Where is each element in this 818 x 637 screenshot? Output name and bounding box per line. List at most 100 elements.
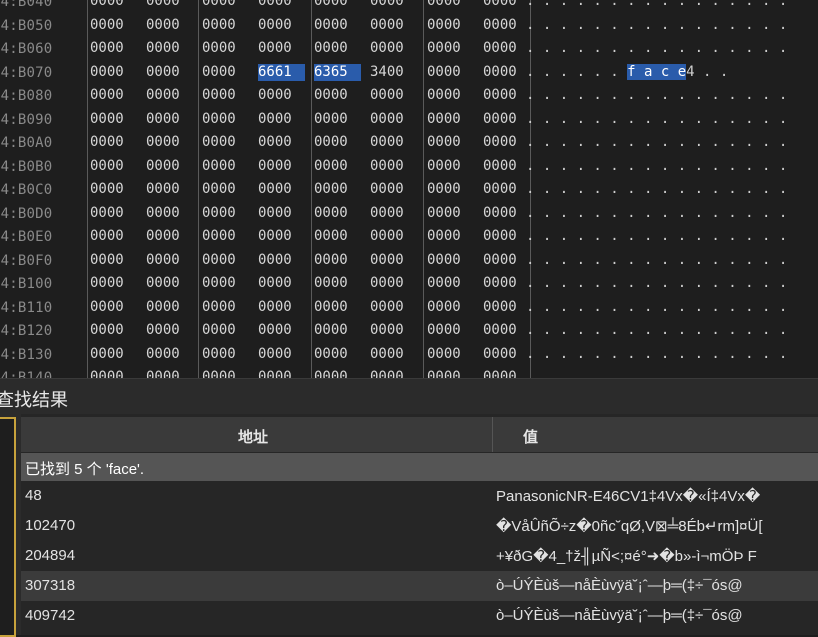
hex-row-ascii[interactable]: . . . . . . . . . . . . . . . . (526, 17, 787, 34)
hex-word[interactable]: 0000 (146, 205, 193, 222)
hex-word[interactable]: 0000 (370, 299, 417, 316)
hex-word[interactable]: 0000 (258, 322, 305, 339)
hex-word[interactable]: 0000 (370, 158, 417, 175)
hex-word[interactable]: 0000 (314, 252, 361, 269)
hex-word[interactable]: 0000 (427, 322, 474, 339)
hex-row[interactable]: 04:B0B0 0000 0000 0000 0000 0000 0000 0000 0000.… (0, 154, 818, 177)
hex-word[interactable]: 0000 (483, 346, 530, 363)
hex-word[interactable]: 0000 (90, 228, 137, 245)
hex-word[interactable]: 0000 (427, 369, 474, 378)
hex-word[interactable]: 0000 (90, 346, 137, 363)
hex-word[interactable]: 0000 (146, 158, 193, 175)
hex-word[interactable]: 0000 (370, 252, 417, 269)
hex-row-ascii[interactable]: . . . . . . . . . . . . . . . . (526, 134, 787, 151)
hex-word[interactable]: 0000 (90, 111, 137, 128)
hex-word[interactable]: 0000 (427, 205, 474, 222)
hex-word[interactable]: 0000 (314, 181, 361, 198)
hex-word[interactable]: 0000 (146, 181, 193, 198)
hex-row[interactable]: 04:B050 0000 0000 0000 0000 0000 0000 0000 0000.… (0, 13, 818, 36)
hex-word[interactable]: 0000 (314, 158, 361, 175)
hex-word[interactable]: 0000 (202, 181, 249, 198)
hex-word[interactable]: 0000 (258, 346, 305, 363)
hex-row[interactable]: 04:B140 0000 0000 0000 0000 0000 0000 0000 0000.… (0, 365, 818, 378)
hex-word[interactable]: 0000 (90, 275, 137, 292)
hex-word[interactable]: 0000 (146, 346, 193, 363)
hex-word[interactable]: 0000 (427, 0, 474, 10)
hex-word[interactable]: 0000 (314, 322, 361, 339)
hex-row[interactable]: 04:B090 0000 0000 0000 0000 0000 0000 0000 0000.… (0, 107, 818, 130)
hex-word[interactable]: 0000 (258, 299, 305, 316)
hex-word[interactable]: 0000 (483, 111, 530, 128)
hex-word[interactable]: 0000 (370, 322, 417, 339)
hex-word[interactable]: 0000 (146, 228, 193, 245)
hex-word[interactable]: 0000 (146, 111, 193, 128)
hex-row[interactable]: 04:B120 0000 0000 0000 0000 0000 0000 0000 0000.… (0, 318, 818, 341)
search-results-table[interactable]: 地址 值 已找到 5 个 'face'. 48 PanasonicNR-E46C… (21, 414, 818, 635)
hex-row[interactable]: 04:B100 0000 0000 0000 0000 0000 0000 0000 0000.… (0, 271, 818, 294)
hex-row[interactable]: 04:B080 0000 0000 0000 0000 0000 0000 0000 0000.… (0, 83, 818, 106)
hex-word[interactable]: 0000 (258, 205, 305, 222)
hex-row[interactable]: 04:B0F0 0000 0000 0000 0000 0000 0000 0000 0000.… (0, 248, 818, 271)
hex-word[interactable]: 0000 (314, 111, 361, 128)
hex-word[interactable]: 0000 (146, 40, 193, 57)
hex-row-ascii[interactable]: . . . . . . . . . . . . . . . . (526, 0, 787, 10)
hex-word[interactable]: 3400 (370, 64, 417, 81)
hex-word[interactable]: 0000 (483, 134, 530, 151)
hex-word[interactable]: 0000 (146, 64, 193, 81)
hex-word[interactable]: 0000 (202, 17, 249, 34)
hex-word[interactable]: 0000 (258, 111, 305, 128)
hex-word[interactable]: 0000 (314, 40, 361, 57)
hex-row[interactable]: 04:B060 0000 0000 0000 0000 0000 0000 0000 0000.… (0, 36, 818, 59)
results-summary-row[interactable]: 已找到 5 个 'face'. (21, 453, 818, 481)
table-row[interactable]: 307318 ò–ÚÝÈùš—nåÈùvÿä˘¡ˆ—þ═(‡÷¯ós@ (21, 571, 818, 601)
hex-word[interactable]: 0000 (370, 40, 417, 57)
table-row[interactable]: 102470 �VåÛñÕ÷z�0ñc˘qØ,V⊠╧8Éb↵rm]¤Ü[ (21, 511, 818, 541)
hex-word[interactable]: 0000 (483, 228, 530, 245)
hex-word[interactable]: 0000 (314, 205, 361, 222)
hex-word[interactable]: 0000 (370, 346, 417, 363)
hex-word[interactable]: 0000 (258, 252, 305, 269)
hex-word[interactable]: 0000 (427, 228, 474, 245)
hex-word[interactable]: 0000 (483, 0, 530, 10)
hex-word[interactable]: 0000 (90, 0, 137, 10)
hex-word[interactable]: 0000 (314, 299, 361, 316)
hex-word[interactable]: 0000 (202, 64, 249, 81)
hex-word[interactable]: 0000 (427, 181, 474, 198)
hex-word[interactable]: 0000 (427, 275, 474, 292)
hex-word[interactable]: 6365 (314, 63, 361, 81)
hex-row-ascii[interactable]: . . . . . . . . . . . . . . . . (526, 299, 787, 316)
hex-word[interactable]: 0000 (483, 64, 530, 81)
hex-word[interactable]: 0000 (90, 64, 137, 81)
hex-word[interactable]: 0000 (314, 134, 361, 151)
hex-word[interactable]: 0000 (146, 87, 193, 104)
hex-word[interactable]: 0000 (483, 17, 530, 34)
table-row[interactable]: 204894 +¥ðG�4_†ž╢µÑ<;¤é°➜�b»-ì¬mÖÞ F (21, 541, 818, 571)
hex-word[interactable]: 0000 (202, 346, 249, 363)
hex-word[interactable]: 0000 (427, 64, 474, 81)
hex-word[interactable]: 6661 (258, 63, 305, 81)
hex-word[interactable]: 0000 (258, 17, 305, 34)
hex-word[interactable]: 0000 (202, 322, 249, 339)
hex-row-ascii[interactable]: . . . . . . . . . . . . . . . . (526, 275, 787, 292)
hex-word[interactable]: 0000 (258, 275, 305, 292)
hex-word[interactable]: 0000 (258, 181, 305, 198)
hex-word[interactable]: 0000 (202, 40, 249, 57)
hex-editor-view[interactable]: 04:B040 0000 0000 0000 0000 0000 0000 0000 0000.… (0, 0, 818, 378)
hex-word[interactable]: 0000 (90, 158, 137, 175)
hex-word[interactable]: 0000 (90, 87, 137, 104)
hex-word[interactable]: 0000 (90, 134, 137, 151)
hex-word[interactable]: 0000 (202, 205, 249, 222)
hex-word[interactable]: 0000 (202, 111, 249, 128)
hex-word[interactable]: 0000 (314, 87, 361, 104)
hex-row[interactable]: 04:B0A0 0000 0000 0000 0000 0000 0000 0000 0000.… (0, 130, 818, 153)
hex-word[interactable]: 0000 (370, 228, 417, 245)
hex-row[interactable]: 04:B110 0000 0000 0000 0000 0000 0000 0000 0000.… (0, 295, 818, 318)
column-header-value[interactable]: 值 (523, 426, 538, 447)
hex-word[interactable]: 0000 (483, 322, 530, 339)
hex-word[interactable]: 0000 (427, 111, 474, 128)
hex-row-ascii[interactable]: . . . . . . . . . . . . . . . . (526, 158, 787, 175)
hex-word[interactable]: 0000 (90, 17, 137, 34)
hex-word[interactable]: 0000 (483, 158, 530, 175)
hex-word[interactable]: 0000 (427, 134, 474, 151)
hex-word[interactable]: 0000 (483, 252, 530, 269)
